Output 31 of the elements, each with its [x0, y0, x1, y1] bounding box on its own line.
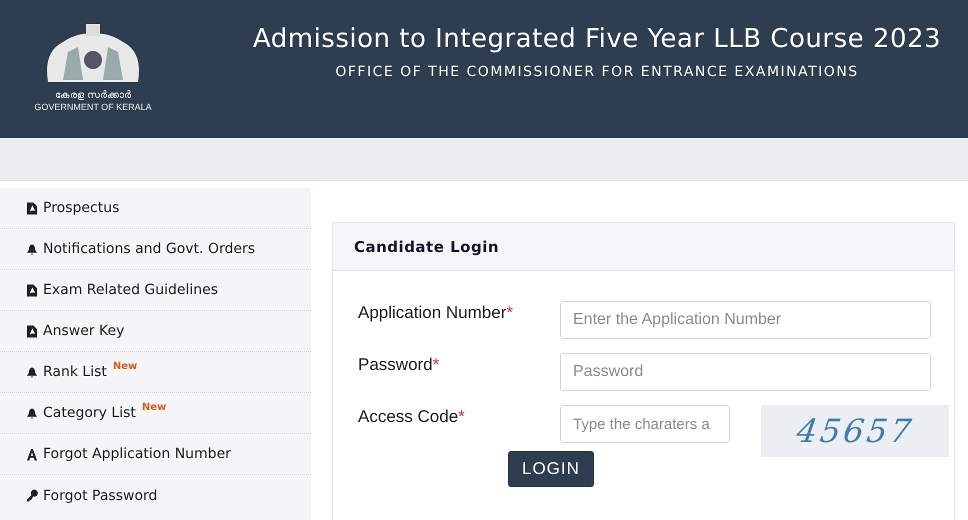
bell-icon	[26, 406, 38, 420]
sidebar-link[interactable]: Prospectus	[0, 188, 311, 229]
sidebar-link[interactable]: Category List New	[0, 393, 311, 434]
captcha-image: 45657	[761, 405, 949, 457]
new-label: New	[112, 361, 138, 372]
document-icon	[26, 202, 38, 214]
input-field[interactable]: Password	[560, 353, 931, 391]
sidebar-link[interactable]: Answer Key	[0, 311, 311, 352]
login-button[interactable]: LOGIN	[508, 451, 594, 487]
card-title: Candidate Login	[354, 238, 500, 256]
bell-icon	[26, 242, 38, 256]
new-label: New	[142, 402, 166, 413]
field-label: Application Number*	[358, 302, 514, 323]
field-label: Password*	[358, 354, 440, 375]
document-icon	[26, 284, 38, 296]
sidebar-link[interactable]: Forgot Application Number	[0, 434, 311, 475]
page-title: Admission to Integrated Five Year LLB Course 2023	[252, 24, 942, 54]
sidebar-link[interactable]: Rank List New	[0, 352, 311, 393]
letter-icon	[26, 448, 38, 460]
input-field[interactable]: Type the charaters a	[560, 405, 730, 443]
page-subtitle: OFFICE OF THE COMMISSIONER FOR ENTRANCE EXAMINATIONS	[335, 64, 859, 80]
sidebar-link[interactable]: Forgot Password	[0, 475, 311, 516]
sidebar-link[interactable]: Exam Related Guidelines	[0, 270, 311, 311]
logo-text: കേരള സർക്കാർ	[54, 90, 132, 102]
sidebar-link[interactable]: Notifications and Govt. Orders	[0, 229, 311, 270]
input-field[interactable]: Enter the Application Number	[560, 301, 931, 339]
field-label: Access Code*	[358, 406, 466, 427]
logo-caption: GOVERNMENT OF KERALA	[34, 102, 152, 112]
document-icon	[26, 324, 38, 338]
bell-icon	[26, 366, 38, 378]
key-icon	[26, 489, 38, 502]
